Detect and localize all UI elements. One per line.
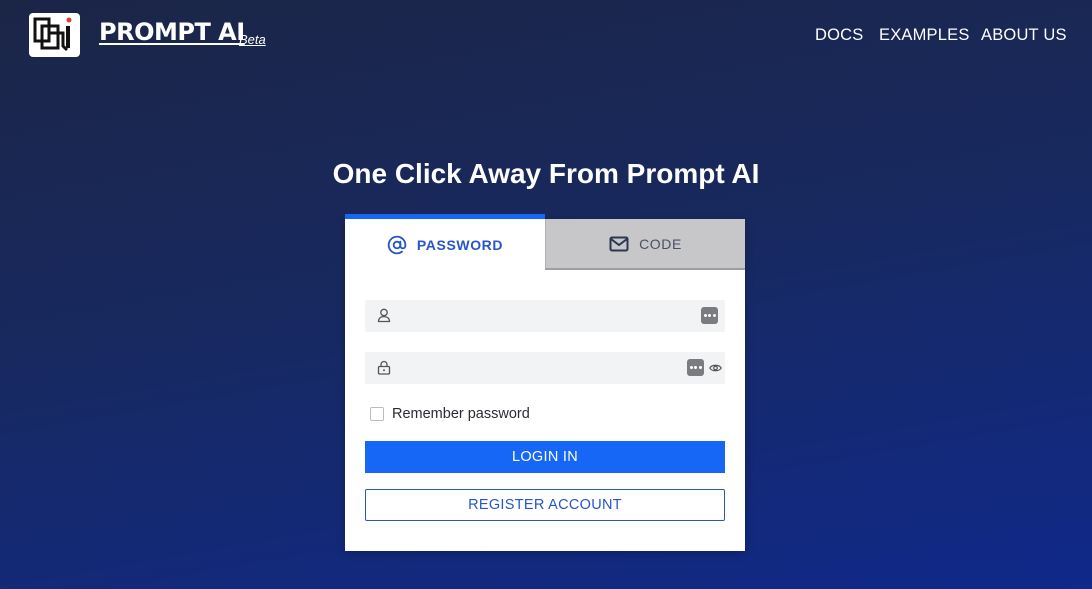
page-headline: One Click Away From Prompt AI [332, 158, 760, 189]
top-header: PROMPT AI Beta DOCS EXAMPLES ABOUT US [0, 0, 1092, 72]
remember-password[interactable]: Remember password [370, 406, 530, 422]
login-card: PASSWORD CODE Remember password LOGIN IN… [345, 214, 745, 551]
logo[interactable] [29, 13, 80, 57]
register-account-button[interactable]: REGISTER ACCOUNT [365, 489, 725, 521]
tab-password-label: PASSWORD [416, 236, 504, 253]
eye-icon[interactable] [709, 362, 722, 374]
username-field[interactable] [365, 300, 725, 332]
password-input[interactable] [401, 352, 681, 384]
nav-about-us[interactable]: ABOUT US [981, 26, 1067, 45]
user-icon [377, 308, 391, 323]
at-sign-icon [387, 235, 407, 254]
envelope-icon [609, 236, 629, 251]
brand-name[interactable]: PROMPT AI [99, 18, 245, 46]
lock-icon [377, 360, 391, 375]
nav-examples[interactable]: EXAMPLES [879, 26, 970, 45]
prompt-ai-logo-icon [33, 17, 72, 52]
password-manager-icon[interactable] [701, 307, 718, 324]
nav-docs[interactable]: DOCS [815, 26, 863, 45]
password-manager-icon[interactable] [687, 359, 704, 376]
login-button[interactable]: LOGIN IN [365, 441, 725, 473]
remember-checkbox[interactable] [370, 407, 384, 421]
tab-password[interactable]: PASSWORD [345, 214, 545, 270]
tab-code[interactable]: CODE [545, 219, 745, 270]
username-input[interactable] [401, 300, 681, 332]
password-field[interactable] [365, 352, 725, 384]
remember-label: Remember password [392, 406, 530, 422]
beta-label[interactable]: Beta [239, 32, 266, 47]
tab-code-label: CODE [639, 235, 682, 252]
